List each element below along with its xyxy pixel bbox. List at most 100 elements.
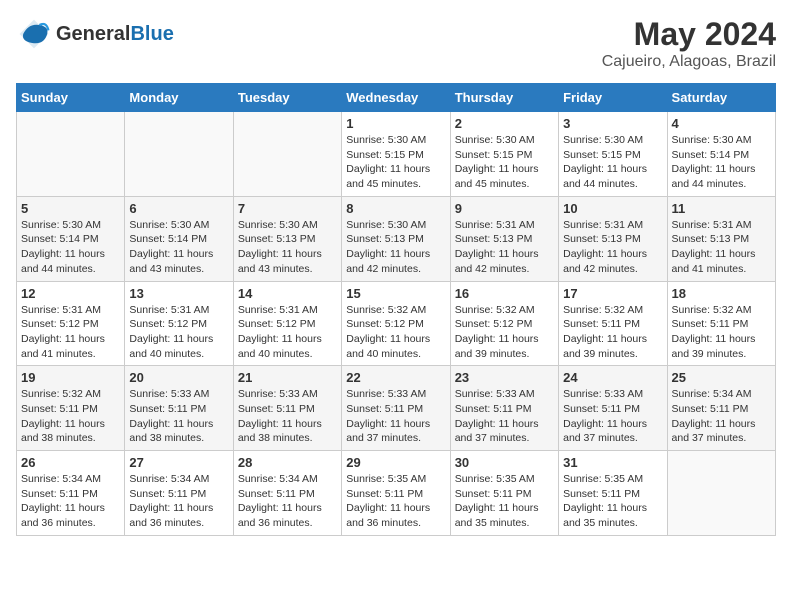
calendar-week-row: 5 Sunrise: 5:30 AMSunset: 5:14 PMDaylight…	[17, 196, 776, 281]
day-info: Sunrise: 5:33 AMSunset: 5:11 PMDaylight:…	[563, 387, 662, 446]
day-info: Sunrise: 5:32 AMSunset: 5:12 PMDaylight:…	[346, 303, 445, 362]
calendar-cell: 15 Sunrise: 5:32 AMSunset: 5:12 PMDayligh…	[342, 281, 450, 366]
day-info: Sunrise: 5:30 AMSunset: 5:13 PMDaylight:…	[238, 218, 337, 277]
calendar-cell: 2Sunrise: 5:30 AMSunset: 5:15 PMDaylight…	[450, 112, 558, 197]
calendar-cell: 6 Sunrise: 5:30 AMSunset: 5:14 PMDaylight…	[125, 196, 233, 281]
calendar-cell: 9 Sunrise: 5:31 AMSunset: 5:13 PMDaylight…	[450, 196, 558, 281]
calendar-cell: 22Sunrise: 5:33 AMSunset: 5:11 PMDayligh…	[342, 366, 450, 451]
day-info: Sunrise: 5:35 AMSunset: 5:11 PMDaylight:…	[563, 472, 662, 531]
calendar-week-row: 1 Sunrise: 5:30 AMSunset: 5:15 PMDaylight…	[17, 112, 776, 197]
day-number: 8	[346, 201, 445, 216]
day-number: 5	[21, 201, 120, 216]
calendar-cell: 16 Sunrise: 5:32 AMSunset: 5:12 PMDayligh…	[450, 281, 558, 366]
day-info: Sunrise: 5:31 AMSunset: 5:13 PMDaylight:…	[455, 218, 554, 277]
day-of-week-header: Wednesday	[342, 84, 450, 112]
calendar-cell: 5 Sunrise: 5:30 AMSunset: 5:14 PMDaylight…	[17, 196, 125, 281]
calendar-cell: 1 Sunrise: 5:30 AMSunset: 5:15 PMDaylight…	[342, 112, 450, 197]
day-number: 24	[563, 370, 662, 385]
day-number: 16	[455, 286, 554, 301]
day-number: 6	[129, 201, 228, 216]
day-number: 23	[455, 370, 554, 385]
title-area: May 2024 Cajueiro, Alagoas, Brazil	[602, 16, 776, 71]
day-number: 28	[238, 455, 337, 470]
day-info: Sunrise: 5:30 AMSunset: 5:13 PMDaylight:…	[346, 218, 445, 277]
calendar-cell: 7 Sunrise: 5:30 AMSunset: 5:13 PMDaylight…	[233, 196, 341, 281]
logo-text: GeneralBlue	[56, 23, 174, 46]
day-info: Sunrise: 5:31 AMSunset: 5:12 PMDaylight:…	[21, 303, 120, 362]
day-number: 11	[672, 201, 771, 216]
day-number: 1	[346, 116, 445, 131]
day-of-week-header: Thursday	[450, 84, 558, 112]
day-of-week-header: Monday	[125, 84, 233, 112]
day-number: 26	[21, 455, 120, 470]
day-number: 15	[346, 286, 445, 301]
calendar-cell: 11 Sunrise: 5:31 AMSunset: 5:13 PMDayligh…	[667, 196, 775, 281]
day-number: 17	[563, 286, 662, 301]
calendar-cell: 13 Sunrise: 5:31 AMSunset: 5:12 PMDayligh…	[125, 281, 233, 366]
calendar-cell: 14Sunrise: 5:31 AMSunset: 5:12 PMDayligh…	[233, 281, 341, 366]
calendar-cell: 17Sunrise: 5:32 AMSunset: 5:11 PMDayligh…	[559, 281, 667, 366]
day-number: 22	[346, 370, 445, 385]
day-info: Sunrise: 5:30 AMSunset: 5:14 PMDaylight:…	[21, 218, 120, 277]
day-info: Sunrise: 5:33 AMSunset: 5:11 PMDaylight:…	[455, 387, 554, 446]
day-info: Sunrise: 5:32 AMSunset: 5:11 PMDaylight:…	[21, 387, 120, 446]
calendar-cell: 4Sunrise: 5:30 AMSunset: 5:14 PMDaylight…	[667, 112, 775, 197]
day-number: 18	[672, 286, 771, 301]
day-info: Sunrise: 5:31 AMSunset: 5:13 PMDaylight:…	[672, 218, 771, 277]
day-number: 10	[563, 201, 662, 216]
calendar-cell: 30Sunrise: 5:35 AMSunset: 5:11 PMDayligh…	[450, 451, 558, 536]
day-number: 20	[129, 370, 228, 385]
day-info: Sunrise: 5:30 AMSunset: 5:14 PMDaylight:…	[129, 218, 228, 277]
day-number: 27	[129, 455, 228, 470]
calendar-cell: 18 Sunrise: 5:32 AMSunset: 5:11 PMDayligh…	[667, 281, 775, 366]
calendar-cell: 29Sunrise: 5:35 AMSunset: 5:11 PMDayligh…	[342, 451, 450, 536]
day-number: 19	[21, 370, 120, 385]
day-info: Sunrise: 5:33 AMSunset: 5:11 PMDaylight:…	[129, 387, 228, 446]
day-number: 21	[238, 370, 337, 385]
day-number: 9	[455, 201, 554, 216]
calendar-cell: 12 Sunrise: 5:31 AMSunset: 5:12 PMDayligh…	[17, 281, 125, 366]
calendar-cell	[17, 112, 125, 197]
calendar-cell: 10Sunrise: 5:31 AMSunset: 5:13 PMDayligh…	[559, 196, 667, 281]
calendar-week-row: 19 Sunrise: 5:32 AMSunset: 5:11 PMDayligh…	[17, 366, 776, 451]
day-number: 31	[563, 455, 662, 470]
logo: GeneralBlue	[16, 16, 174, 52]
calendar-cell: 8 Sunrise: 5:30 AMSunset: 5:13 PMDaylight…	[342, 196, 450, 281]
calendar-cell	[233, 112, 341, 197]
day-number: 12	[21, 286, 120, 301]
calendar-body: 1 Sunrise: 5:30 AMSunset: 5:15 PMDaylight…	[17, 112, 776, 536]
day-number: 25	[672, 370, 771, 385]
day-info: Sunrise: 5:34 AMSunset: 5:11 PMDaylight:…	[238, 472, 337, 531]
day-number: 14	[238, 286, 337, 301]
calendar-cell: 25 Sunrise: 5:34 AMSunset: 5:11 PMDayligh…	[667, 366, 775, 451]
day-of-week-header: Friday	[559, 84, 667, 112]
calendar-cell: 28 Sunrise: 5:34 AMSunset: 5:11 PMDayligh…	[233, 451, 341, 536]
day-number: 29	[346, 455, 445, 470]
day-info: Sunrise: 5:30 AMSunset: 5:15 PMDaylight:…	[346, 133, 445, 192]
day-number: 13	[129, 286, 228, 301]
calendar-cell: 20 Sunrise: 5:33 AMSunset: 5:11 PMDayligh…	[125, 366, 233, 451]
calendar-cell: 26 Sunrise: 5:34 AMSunset: 5:11 PMDayligh…	[17, 451, 125, 536]
calendar-table: SundayMondayTuesdayWednesdayThursdayFrid…	[16, 83, 776, 536]
day-number: 30	[455, 455, 554, 470]
day-info: Sunrise: 5:34 AMSunset: 5:11 PMDaylight:…	[672, 387, 771, 446]
day-info: Sunrise: 5:30 AMSunset: 5:14 PMDaylight:…	[672, 133, 771, 192]
calendar-cell: 19 Sunrise: 5:32 AMSunset: 5:11 PMDayligh…	[17, 366, 125, 451]
day-number: 7	[238, 201, 337, 216]
calendar-header-row: SundayMondayTuesdayWednesdayThursdayFrid…	[17, 84, 776, 112]
day-info: Sunrise: 5:32 AMSunset: 5:11 PMDaylight:…	[672, 303, 771, 362]
month-title: May 2024	[602, 16, 776, 53]
logo-blue-text: Blue	[130, 23, 173, 45]
day-info: Sunrise: 5:34 AMSunset: 5:11 PMDaylight:…	[129, 472, 228, 531]
calendar-cell: 3Sunrise: 5:30 AMSunset: 5:15 PMDaylight…	[559, 112, 667, 197]
calendar-cell	[667, 451, 775, 536]
logo-icon	[16, 16, 52, 52]
calendar-cell: 27 Sunrise: 5:34 AMSunset: 5:11 PMDayligh…	[125, 451, 233, 536]
day-number: 3	[563, 116, 662, 131]
day-info: Sunrise: 5:34 AMSunset: 5:11 PMDaylight:…	[21, 472, 120, 531]
day-info: Sunrise: 5:31 AMSunset: 5:12 PMDaylight:…	[129, 303, 228, 362]
day-of-week-header: Sunday	[17, 84, 125, 112]
day-info: Sunrise: 5:32 AMSunset: 5:12 PMDaylight:…	[455, 303, 554, 362]
calendar-cell: 31 Sunrise: 5:35 AMSunset: 5:11 PMDayligh…	[559, 451, 667, 536]
calendar-week-row: 26 Sunrise: 5:34 AMSunset: 5:11 PMDayligh…	[17, 451, 776, 536]
